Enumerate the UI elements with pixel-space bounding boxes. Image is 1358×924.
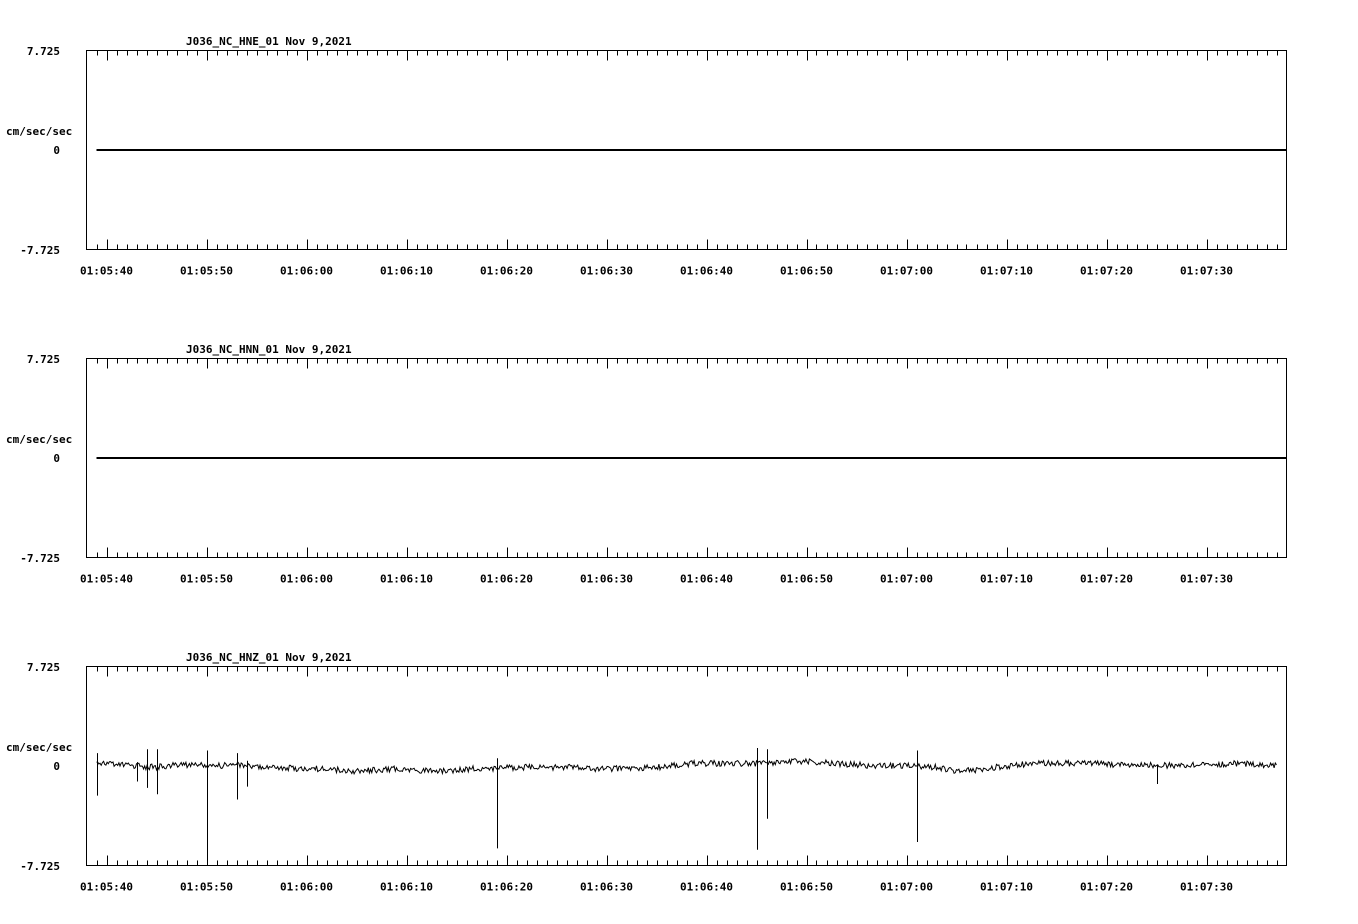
x-tick-label: 01:05:40 [80,265,133,278]
y-tick-label-zero: 0 [53,760,60,773]
x-tick-label: 01:06:10 [380,573,433,586]
x-tick-label: 01:06:30 [580,881,633,894]
x-tick-label: 01:06:50 [780,881,833,894]
x-tick-label: 01:06:20 [480,265,533,278]
x-tick-label: 01:06:40 [680,573,733,586]
x-tick-label: 01:06:20 [480,881,533,894]
x-tick-label: 01:06:50 [780,573,833,586]
x-tick-label: 01:07:00 [880,881,933,894]
x-tick-label: 01:06:10 [380,881,433,894]
y-axis-label: cm/sec/sec [6,125,72,138]
x-tick-label: 01:07:20 [1080,573,1133,586]
x-tick-label: 01:05:50 [180,881,233,894]
x-tick-label: 01:07:10 [980,573,1033,586]
x-tick-label: 01:05:40 [80,573,133,586]
y-tick-label-max: 7.725 [27,353,60,366]
x-tick-label: 01:06:40 [680,881,733,894]
x-tick-label: 01:06:30 [580,265,633,278]
x-tick-label: 01:06:20 [480,573,533,586]
x-tick-label: 01:06:30 [580,573,633,586]
y-tick-label-min: -7.725 [20,552,60,565]
x-tick-label: 01:07:00 [880,573,933,586]
y-tick-label-min: -7.725 [20,860,60,873]
x-tick-label: 01:07:30 [1180,265,1233,278]
panel-hnz: J036_NC_HNZ_01 Nov 9,2021 cm/sec/sec 7.7… [6,651,1287,894]
x-tick-label: 01:06:00 [280,881,333,894]
y-tick-label-zero: 0 [53,452,60,465]
y-tick-label-zero: 0 [53,144,60,157]
x-tick-labels: 01:05:40 01:05:50 01:06:00 01:06:10 01:06:20… [80,573,1233,586]
y-axis-label: cm/sec/sec [6,433,72,446]
x-tick-label: 01:06:00 [280,573,333,586]
y-axis-label: cm/sec/sec [6,741,72,754]
panel-title: J036_NC_HNZ_01 Nov 9,2021 [186,651,352,664]
x-tick-label: 01:07:30 [1180,573,1233,586]
x-tick-label: 01:06:00 [280,265,333,278]
x-tick-label: 01:05:50 [180,265,233,278]
x-tick-labels: 01:05:40 01:05:50 01:06:00 01:06:10 01:06:20… [80,881,1233,894]
x-tick-label: 01:07:00 [880,265,933,278]
x-tick-label: 01:06:50 [780,265,833,278]
x-tick-label: 01:07:20 [1080,881,1133,894]
y-tick-label-min: -7.725 [20,244,60,257]
x-tick-label: 01:06:40 [680,265,733,278]
x-tick-label: 01:07:10 [980,265,1033,278]
x-tick-labels: 01:05:40 01:05:50 01:06:00 01:06:10 01:06:20… [80,265,1233,278]
y-tick-label-max: 7.725 [27,661,60,674]
seismogram-figure: J036_NC_HNE_01 Nov 9,2021 cm/sec/sec 7.7… [6,35,1287,894]
panel-title: J036_NC_HNN_01 Nov 9,2021 [186,343,352,356]
x-tick-label: 01:07:20 [1080,265,1133,278]
waveform-trace [96,757,1277,776]
panel-hne: J036_NC_HNE_01 Nov 9,2021 cm/sec/sec 7.7… [6,35,1287,278]
x-tick-label: 01:07:10 [980,881,1033,894]
panel-hnn: J036_NC_HNN_01 Nov 9,2021 cm/sec/sec 7.7… [6,343,1287,586]
x-tick-label: 01:07:30 [1180,881,1233,894]
y-tick-label-max: 7.725 [27,45,60,58]
x-tick-label: 01:05:50 [180,573,233,586]
x-tick-label: 01:05:40 [80,881,133,894]
x-tick-label: 01:06:10 [380,265,433,278]
panel-title: J036_NC_HNE_01 Nov 9,2021 [186,35,352,48]
